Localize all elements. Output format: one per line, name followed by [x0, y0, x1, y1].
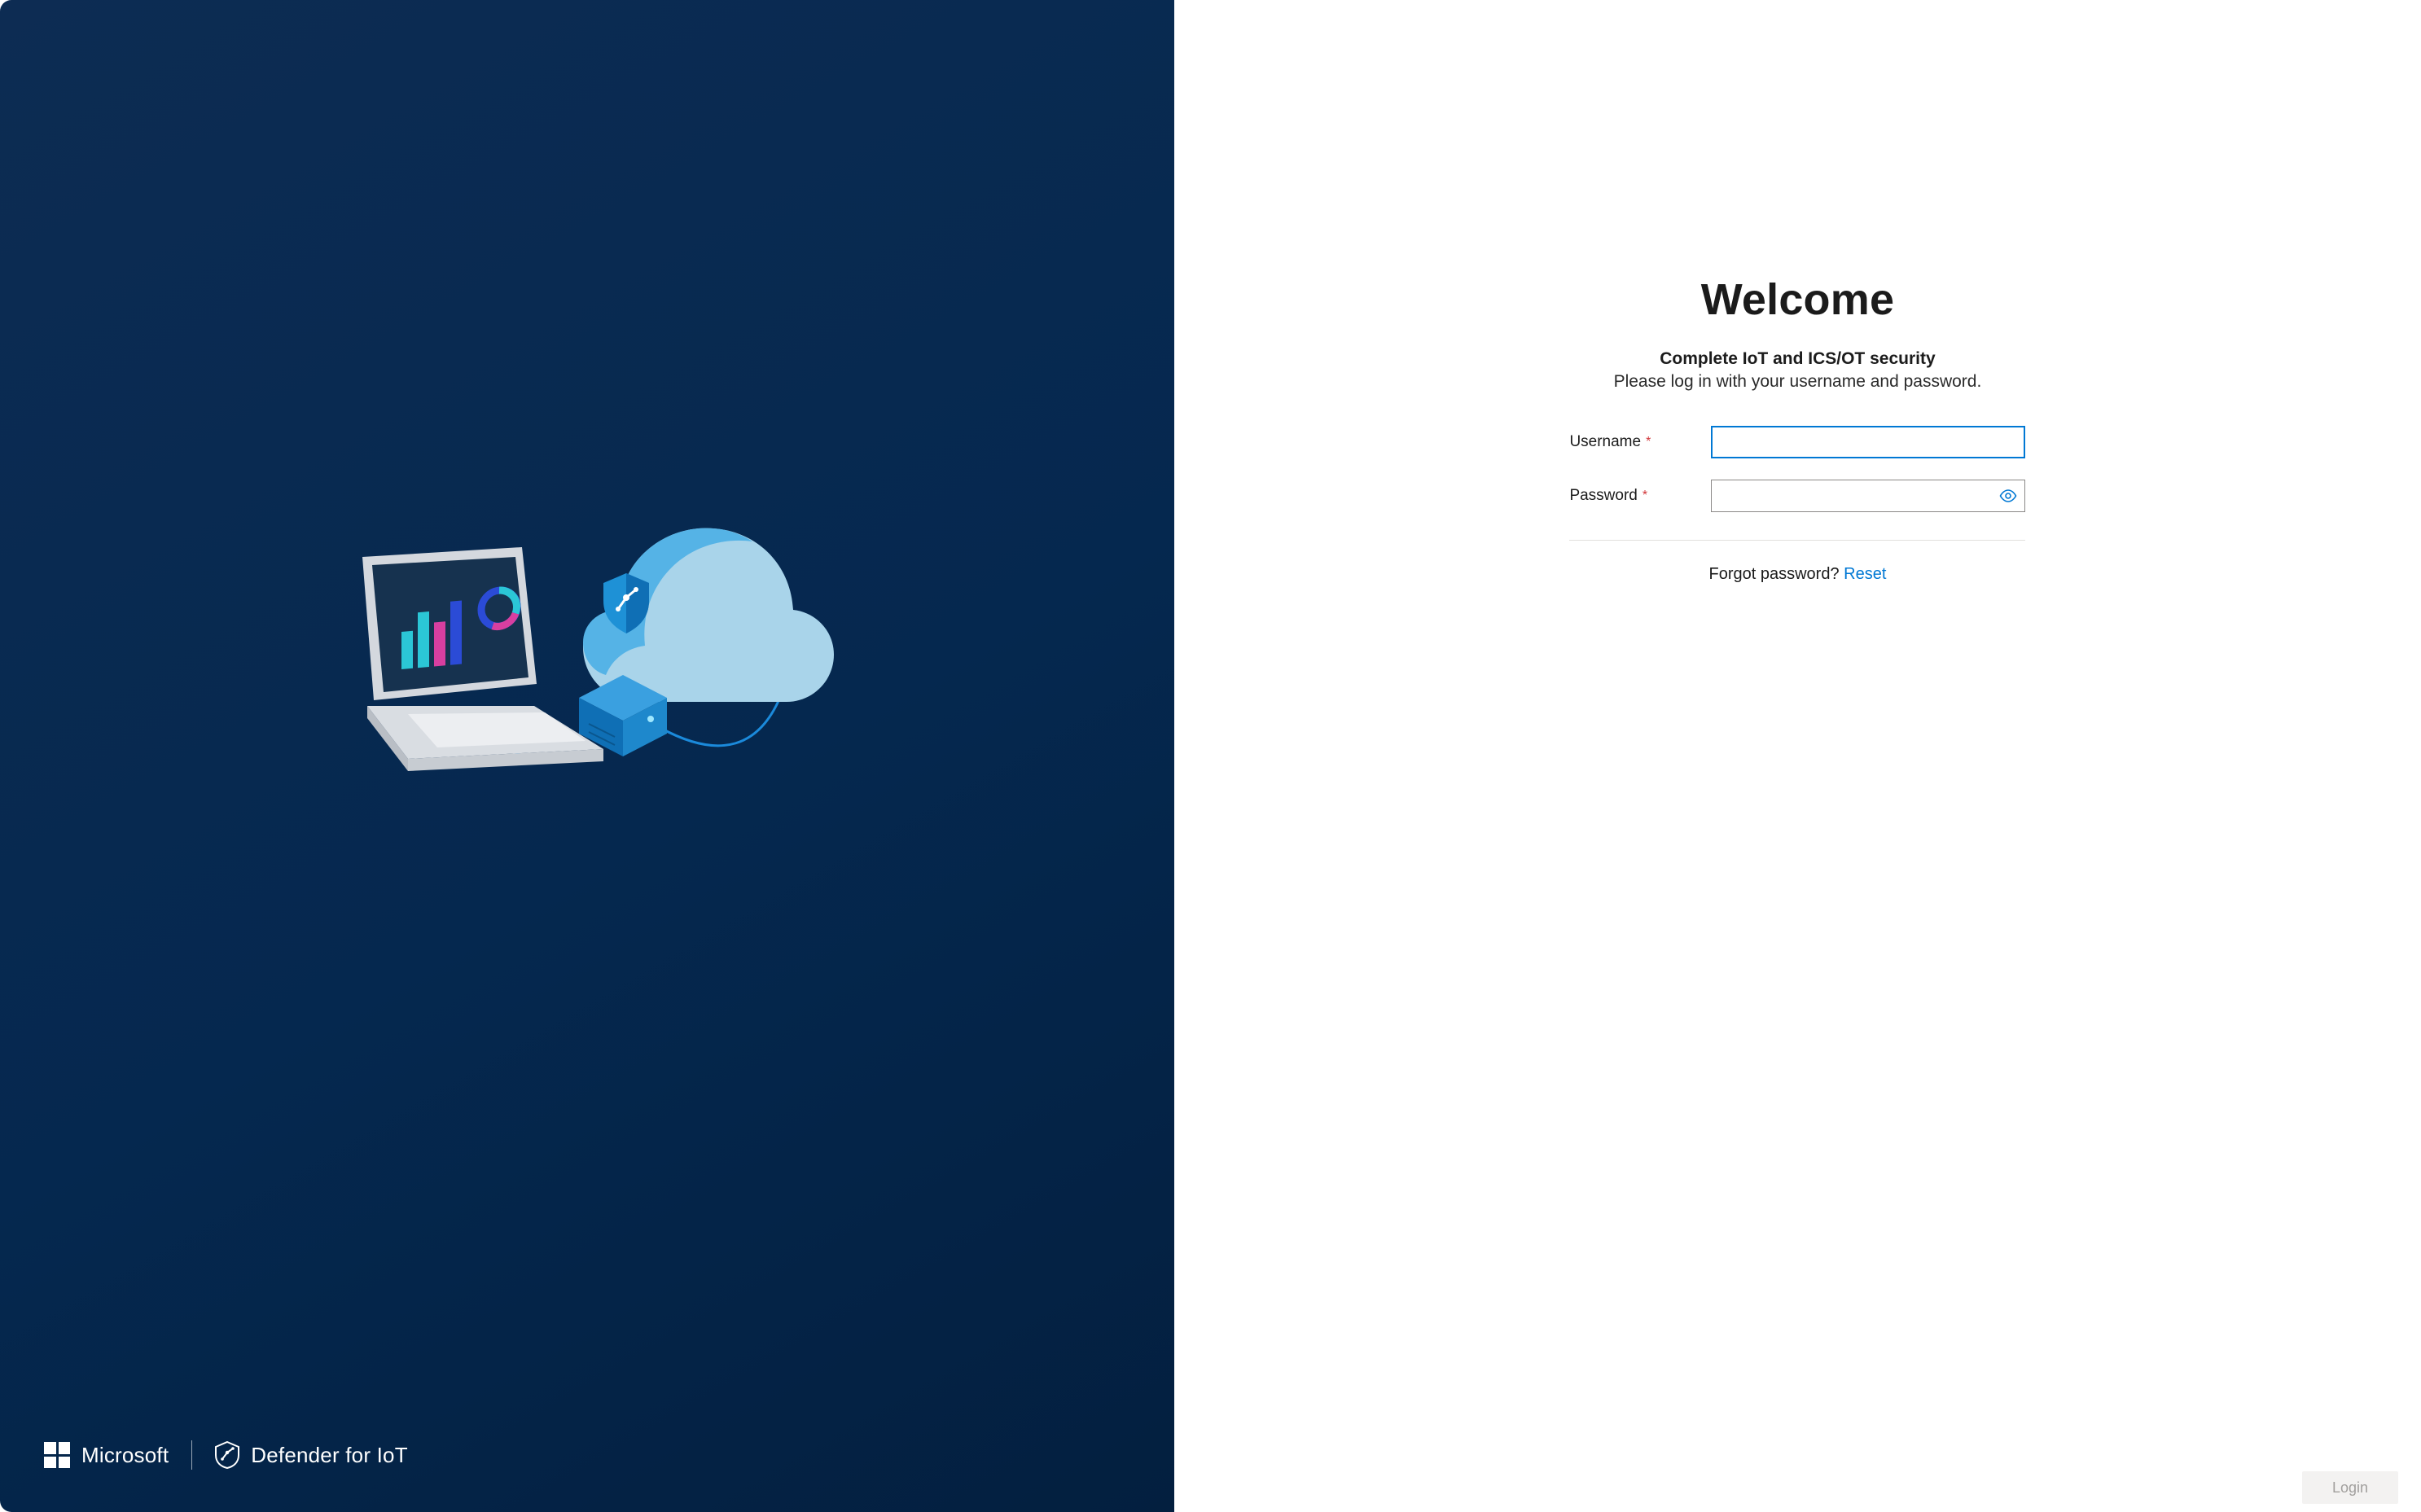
subtitle-text: Please log in with your username and pas…	[1614, 372, 1982, 392]
microsoft-label: Microsoft	[81, 1443, 169, 1468]
subtitle-bold: Complete IoT and ICS/OT security	[1660, 349, 1935, 369]
forgot-password-row: Forgot password? Reset	[1708, 565, 1886, 584]
brand-divider	[191, 1440, 192, 1470]
required-mark: *	[1646, 435, 1651, 449]
forgot-text: Forgot password?	[1708, 565, 1844, 583]
login-button[interactable]: Login	[2302, 1471, 2398, 1504]
shield-icon	[215, 1441, 239, 1469]
login-panel: Welcome Complete IoT and ICS/OT security…	[1174, 0, 2421, 1512]
username-input[interactable]	[1711, 426, 2025, 458]
username-label: Username *	[1569, 433, 1711, 451]
password-input[interactable]	[1711, 480, 2025, 512]
separator	[1569, 540, 2025, 541]
login-form: Welcome Complete IoT and ICS/OT security…	[1569, 274, 2025, 584]
required-mark: *	[1643, 489, 1647, 503]
password-row: Password *	[1569, 480, 2025, 512]
hero-illustration	[327, 484, 848, 777]
eye-icon	[1999, 489, 2017, 502]
show-password-button[interactable]	[1998, 485, 2019, 506]
product-label: Defender for IoT	[251, 1443, 408, 1468]
product-brand: Defender for IoT	[215, 1441, 408, 1469]
username-row: Username *	[1569, 426, 2025, 458]
reset-link[interactable]: Reset	[1844, 565, 1886, 583]
microsoft-brand: Microsoft	[44, 1442, 169, 1468]
microsoft-logo-icon	[44, 1442, 70, 1468]
password-label: Password *	[1569, 487, 1711, 505]
brand-bar: Microsoft Defender for IoT	[0, 1440, 1174, 1512]
page-title: Welcome	[1701, 274, 1895, 325]
hero-panel: Microsoft Defender for IoT	[0, 0, 1174, 1512]
